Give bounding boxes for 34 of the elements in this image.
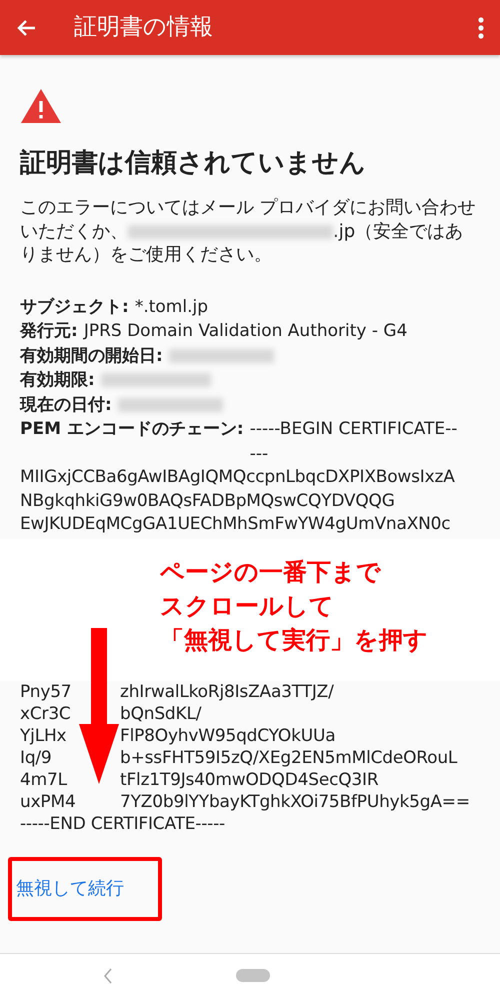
field-label: PEM エンコードのチェーン: — [20, 418, 244, 441]
warning-heading: 証明書は信頼されていません — [20, 147, 367, 180]
certificate-text: xCr3C — [20, 702, 72, 724]
certificate-text: Iq/9 — [20, 746, 53, 768]
warning-icon — [20, 88, 62, 124]
certificate-text: bQnSdKL/ — [120, 704, 202, 724]
error-message: このエラーについてはメール プロバイダにお問い合わせいただくか、 .jp（安全ではありません）をご使用ください。 — [20, 196, 477, 266]
certificate-line: EwJKUDEqMCgGA1UEChMhSmFwYW4gUmVnaXN0c — [20, 513, 452, 536]
certificate-text: uxPM4 — [20, 790, 77, 812]
certificate-text: tFlz1T9Js40mwODQD4SecQ3IR — [120, 770, 378, 790]
certificate-text: 4m7L — [20, 768, 68, 790]
certificate-text: 7YZ0b9lYYbayKTghkXOi75BfPUhyk5gA== — [120, 792, 470, 812]
field-label: 有効期限: — [20, 369, 95, 392]
field-value: JPRS Domain Validation Authority - G4 — [84, 320, 408, 343]
more-icon[interactable] — [478, 16, 484, 38]
certificate-text: FlP8OyhvW95qdCYOkUUa — [120, 726, 336, 746]
field-value: *.toml.jp — [134, 296, 208, 318]
screen-title: 証明書の情報 — [74, 13, 213, 42]
certificate-text: Pny57 — [20, 680, 72, 702]
certificate-text: b+ssFHT59I5zQ/XEg2EN5mMlCdeORouL — [120, 748, 458, 768]
proceed-link[interactable]: 無視して続行 — [12, 875, 124, 902]
annotation-text: スクロールして — [160, 590, 335, 622]
annotation-text: 「無視して実行」を押す — [160, 624, 429, 656]
certificate-text: YjLHx — [20, 724, 68, 746]
certificate-line: MIIGxjCCBa6gAwIBAgIQMQccpnLbqcDXPIXBowsIxzA — [20, 466, 456, 489]
certificate-text: -----END CERTIFICATE----- — [20, 814, 225, 834]
certificate-line: NBgkqhkiG9w0BAQsFADBpMQswCQYDVQQG — [20, 490, 396, 512]
certificate-text: zhIrwalLkoRj8IsZAa3TTJZ/ — [120, 682, 334, 702]
field-label: 有効期間の開始日: — [20, 344, 163, 368]
field-label: 現在の日付: — [20, 394, 112, 416]
annotation-text: ページの一番下まで — [160, 556, 382, 588]
field-value: -----BEGIN CERTIFICATE----- — [250, 418, 458, 466]
field-label: サブジェクト: — [20, 296, 129, 318]
field-label: 発行元: — [20, 320, 78, 343]
